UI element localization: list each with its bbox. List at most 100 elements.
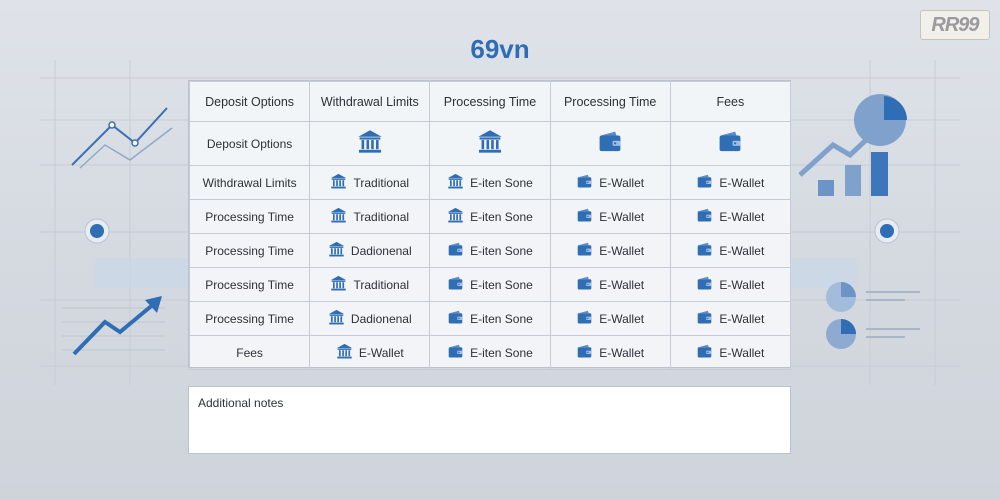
brand-logo[interactable]: RR99 xyxy=(920,10,990,40)
wallet-icon xyxy=(576,173,593,193)
bank-icon xyxy=(330,275,347,295)
wallet-icon xyxy=(447,343,464,363)
bank-icon xyxy=(336,343,353,363)
pie-legend-icon xyxy=(826,282,920,349)
trend-arrow-icon xyxy=(62,296,165,356)
table-cell: E-Wallet xyxy=(549,165,671,200)
cell-text: E-Wallet xyxy=(719,209,765,224)
bank-icon xyxy=(477,129,503,158)
cell-content: E-Wallet xyxy=(696,207,764,227)
cell-text: Traditional xyxy=(353,277,410,292)
cell-text: E-Wallet xyxy=(719,311,765,326)
cell-content: E-iten Sone xyxy=(447,309,533,329)
table-cell: E-iten Sone xyxy=(429,267,551,302)
table-cell: Traditional xyxy=(309,267,431,302)
cell-content: E-Wallet xyxy=(696,173,764,193)
bank-icon xyxy=(447,207,464,227)
table-cell: Dadionenal xyxy=(309,233,431,268)
cell-text: E-iten Sone xyxy=(470,345,533,360)
table-cell: E-Wallet xyxy=(309,335,431,370)
table-cell xyxy=(669,121,791,166)
row-label: Fees xyxy=(188,335,311,370)
cell-text: E-Wallet xyxy=(599,209,645,224)
cell-content: E-Wallet xyxy=(576,309,644,329)
bank-icon xyxy=(447,173,464,193)
table-cell: E-Wallet xyxy=(669,335,791,370)
cell-content: E-Wallet xyxy=(696,275,764,295)
row-label: Processing Time xyxy=(188,233,311,268)
table-cell: E-Wallet xyxy=(669,233,791,268)
column-header: Withdrawal Limits xyxy=(309,81,431,122)
cell-content: Dadionenal xyxy=(328,309,412,329)
bank-icon xyxy=(357,129,383,158)
cell-content: Traditional xyxy=(330,275,409,295)
cell-content: E-iten Sone xyxy=(447,275,533,295)
table-row: Processing Time Traditional E-iten Sone E-W… xyxy=(188,267,791,302)
wallet-icon xyxy=(696,275,713,295)
cell-text: E-Wallet xyxy=(599,311,645,326)
table-cell: E-Wallet xyxy=(549,233,671,268)
wallet-icon xyxy=(576,275,593,295)
table-cell: E-Wallet xyxy=(669,301,791,336)
table-cell xyxy=(549,121,671,166)
table-cell xyxy=(309,121,431,166)
table-row: Processing Time Traditional E-iten Sone E-W… xyxy=(188,199,791,234)
table-row: Processing Time Dadionenal E-iten Sone E-Wa… xyxy=(188,233,791,268)
row-label: Deposit Options xyxy=(188,121,311,166)
cell-text: E-Wallet xyxy=(719,277,765,292)
table-cell: Traditional xyxy=(309,199,431,234)
table-cell: E-Wallet xyxy=(549,301,671,336)
bank-icon xyxy=(330,207,347,227)
wallet-icon xyxy=(576,309,593,329)
cell-text: E-iten Sone xyxy=(470,277,533,292)
cell-content: E-Wallet xyxy=(576,275,644,295)
cell-content: Dadionenal xyxy=(328,241,412,261)
bank-icon xyxy=(330,173,347,193)
cell-content: E-iten Sone xyxy=(447,241,533,261)
cell-content: E-iten Sone xyxy=(447,343,533,363)
additional-notes-box[interactable]: Additional notes xyxy=(188,386,791,454)
table-cell: E-iten Sone xyxy=(429,301,551,336)
cell-content: Traditional xyxy=(330,207,409,227)
table-cell xyxy=(429,121,551,166)
table-cell: E-Wallet xyxy=(549,335,671,370)
wallet-icon xyxy=(576,241,593,261)
cell-text: E-iten Sone xyxy=(470,311,533,326)
table-cell: E-iten Sone xyxy=(429,165,551,200)
wallet-icon xyxy=(696,173,713,193)
wallet-icon xyxy=(447,241,464,261)
line-chart-icon xyxy=(71,107,173,169)
table-cell: E-iten Sone xyxy=(429,199,551,234)
cell-text: E-Wallet xyxy=(719,243,765,258)
cell-text: E-Wallet xyxy=(719,175,765,190)
cell-text: E-Wallet xyxy=(599,345,645,360)
table-cell: E-iten Sone xyxy=(429,233,551,268)
table-cell: Dadionenal xyxy=(309,301,431,336)
table-cell: Traditional xyxy=(309,165,431,200)
row-label: Processing Time xyxy=(188,301,311,336)
cell-content: E-Wallet xyxy=(696,309,764,329)
cell-text: E-Wallet xyxy=(719,345,765,360)
cell-content: E-Wallet xyxy=(576,343,644,363)
cell-text: E-Wallet xyxy=(599,243,645,258)
column-header: Fees xyxy=(669,81,791,122)
cell-content: E-Wallet xyxy=(576,241,644,261)
comparison-table: Deposit Options Withdrawal Limits Processi… xyxy=(188,80,791,370)
cell-content: E-Wallet xyxy=(576,173,644,193)
cell-text: Dadionenal xyxy=(350,311,412,326)
notes-label: Additional notes xyxy=(198,396,284,410)
table-cell: E-Wallet xyxy=(669,267,791,302)
row-label: Processing Time xyxy=(188,267,311,302)
header-row: Deposit Options Withdrawal Limits Processi… xyxy=(188,81,791,122)
bank-icon xyxy=(328,309,345,329)
wallet-icon xyxy=(696,241,713,261)
cell-text: E-iten Sone xyxy=(470,243,533,258)
table-row: Fees E-Wallet E-iten Sone E-Wallet E-Wallet xyxy=(188,335,791,370)
bank-icon xyxy=(328,241,345,261)
page-title: 69vn xyxy=(470,34,530,64)
cell-text: Traditional xyxy=(353,209,410,224)
column-header: Deposit Options xyxy=(188,81,311,122)
table-row: Processing Time Dadionenal E-iten Sone E-Wa… xyxy=(188,301,791,336)
table-cell: E-Wallet xyxy=(549,267,671,302)
table-cell: E-Wallet xyxy=(669,165,791,200)
